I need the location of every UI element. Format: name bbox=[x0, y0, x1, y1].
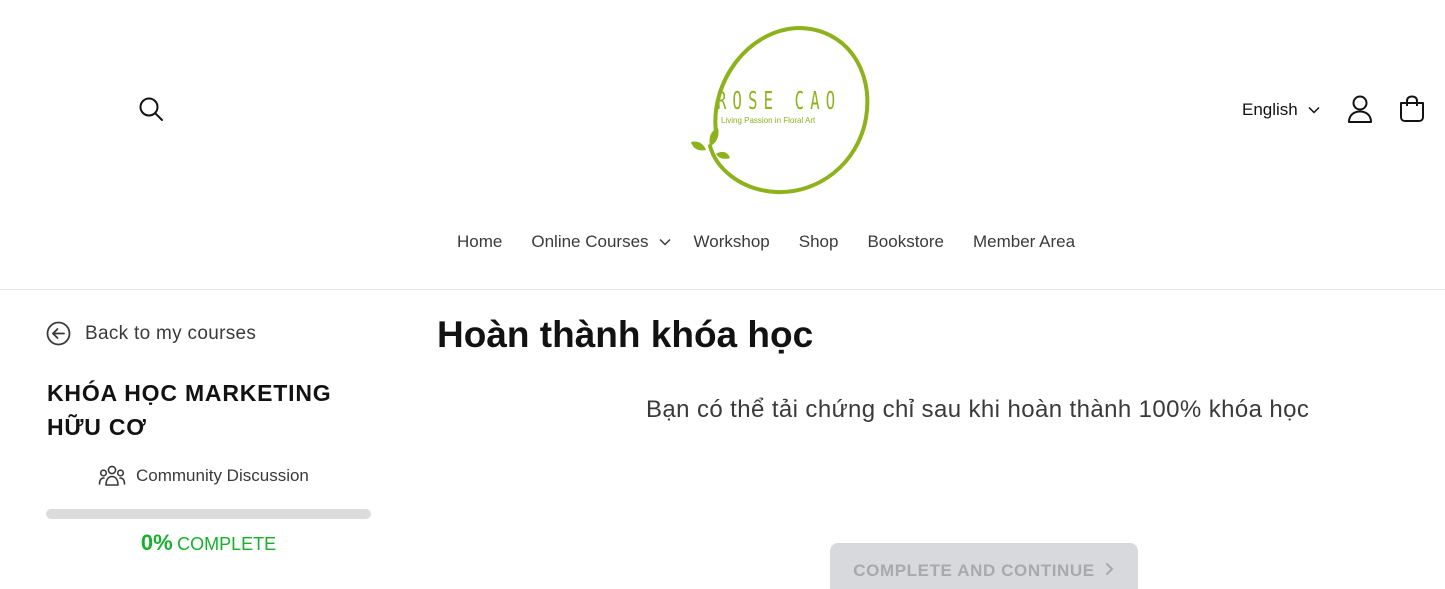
course-title: KHÓA HỌC MARKETING HỮU CƠ bbox=[47, 380, 332, 440]
nav-item-label: Home bbox=[457, 232, 503, 251]
account-button[interactable] bbox=[1346, 94, 1374, 124]
language-selector[interactable]: English bbox=[1242, 98, 1320, 122]
progress-label: COMPLETE bbox=[177, 534, 277, 554]
search-button[interactable] bbox=[136, 94, 166, 124]
community-label: Community Discussion bbox=[136, 466, 309, 485]
nav-item-bookstore[interactable]: Bookstore bbox=[867, 232, 944, 252]
chevron-down-icon bbox=[659, 238, 671, 246]
users-group-icon bbox=[98, 465, 126, 486]
cart-button[interactable] bbox=[1397, 94, 1427, 124]
progress-status: 0% COMPLETE bbox=[46, 530, 371, 556]
nav-item-label: Shop bbox=[798, 232, 839, 251]
logo-tagline: Living Passion in Floral Art bbox=[721, 116, 816, 125]
nav-item-label: Bookstore bbox=[867, 232, 944, 251]
back-to-courses-link[interactable]: Back to my courses bbox=[46, 321, 256, 346]
progress-percent: 0% bbox=[140, 530, 173, 555]
main-nav: Home Online Courses Workshop Shop Bookst… bbox=[457, 230, 1075, 254]
certificate-message: Bạn có thể tải chứng chỉ sau khi hoàn th… bbox=[646, 396, 1310, 423]
search-icon bbox=[139, 97, 163, 121]
complete-and-continue-button[interactable]: COMPLETE AND CONTINUE bbox=[830, 543, 1138, 589]
leaf-icon bbox=[691, 141, 706, 151]
nav-item-label: Workshop bbox=[693, 232, 770, 251]
community-discussion-link[interactable]: Community Discussion bbox=[98, 464, 309, 488]
arrow-left-circle-icon bbox=[46, 321, 71, 346]
nav-item-label: Online Courses bbox=[531, 232, 649, 251]
nav-item-label: Member Area bbox=[973, 232, 1076, 251]
logo-name: ROSE CAO bbox=[717, 86, 842, 115]
site-header: ROSE CAO Living Passion in Floral Art En… bbox=[0, 0, 1445, 290]
chevron-down-icon bbox=[1308, 106, 1320, 114]
language-label: English bbox=[1242, 100, 1298, 119]
cart-icon bbox=[1400, 95, 1424, 122]
nav-item-shop[interactable]: Shop bbox=[799, 232, 839, 252]
nav-item-workshop[interactable]: Workshop bbox=[694, 232, 770, 252]
back-link-label: Back to my courses bbox=[85, 322, 257, 344]
nav-item-member-area[interactable]: Member Area bbox=[973, 232, 1075, 252]
complete-button-label: COMPLETE AND CONTINUE bbox=[853, 561, 1095, 580]
progress-bar bbox=[46, 509, 371, 519]
nav-item-online-courses[interactable]: Online Courses bbox=[531, 232, 671, 252]
account-icon bbox=[1348, 95, 1372, 123]
page-title: Hoàn thành khóa học bbox=[437, 314, 814, 355]
chevron-right-icon bbox=[1105, 563, 1113, 575]
nav-item-home[interactable]: Home bbox=[457, 232, 502, 252]
